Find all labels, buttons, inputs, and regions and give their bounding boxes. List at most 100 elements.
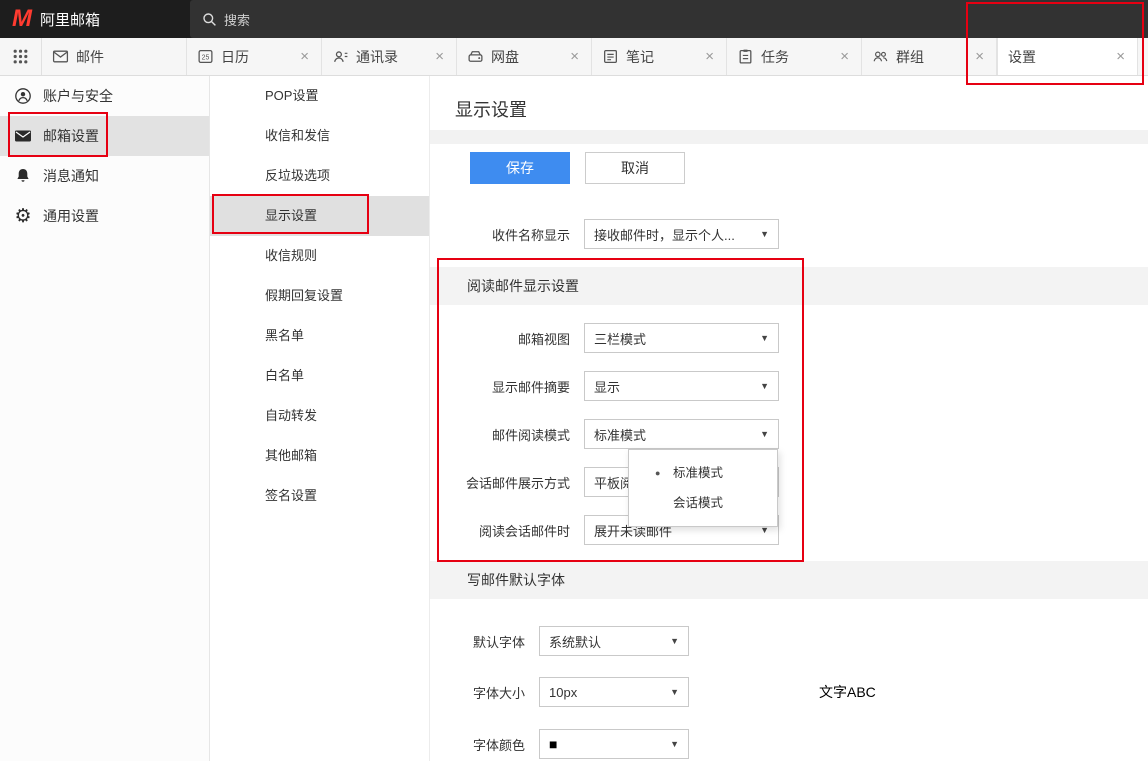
save-button[interactable]: 保存 [470, 152, 570, 184]
subnav-item-antispam[interactable]: 反垃圾选项 [210, 156, 429, 196]
sidebar-item-label: 通用设置 [43, 206, 99, 226]
default-font-row: 默认字体 系统默认 ▼ [430, 626, 1148, 656]
brand[interactable]: M 阿里邮箱 [0, 7, 190, 31]
field-label: 默认字体 [430, 632, 525, 651]
search-input[interactable]: 搜索 [190, 0, 1148, 38]
close-icon[interactable]: × [568, 48, 581, 65]
font-color-select[interactable]: ■ ▼ [539, 729, 689, 759]
reading-conversation-row: 阅读会话邮件时 展开未读邮件 ▼ [430, 515, 1148, 545]
search-placeholder: 搜索 [224, 10, 250, 29]
search-icon [202, 12, 217, 27]
subnav-item-signature[interactable]: 签名设置 [210, 476, 429, 516]
chevron-down-icon: ▼ [760, 333, 769, 343]
topbar: M 阿里邮箱 搜索 [0, 0, 1148, 38]
subnav-item-other-mailboxes[interactable]: 其他邮箱 [210, 436, 429, 476]
option-label: 会话模式 [673, 496, 723, 510]
apps-grid-button[interactable] [0, 38, 42, 75]
tab-tasks[interactable]: 任务 × [727, 38, 862, 75]
select-value: 标准模式 [594, 425, 646, 444]
cancel-button[interactable]: 取消 [585, 152, 685, 184]
field-label: 收件名称显示 [430, 225, 570, 244]
gear-icon: ⚙ [12, 207, 34, 226]
tab-calendar[interactable]: 25 日历 × [187, 38, 322, 75]
tab-groups[interactable]: 群组 × [862, 38, 997, 75]
dropdown-option-conversation[interactable]: 会话模式 [629, 488, 777, 518]
field-label: 显示邮件摘要 [430, 377, 570, 396]
chevron-down-icon: ▼ [760, 429, 769, 439]
close-icon[interactable]: × [703, 48, 716, 65]
field-label: 会话邮件展示方式 [430, 473, 570, 492]
font-preview-text: 文字ABC [819, 682, 876, 702]
subnav-item-vacation-reply[interactable]: 假期回复设置 [210, 276, 429, 316]
reading-mode-dropdown-menu: ● 标准模式 会话模式 [628, 449, 778, 527]
subnav-item-whitelist[interactable]: 白名单 [210, 356, 429, 396]
chevron-down-icon: ▼ [670, 636, 679, 646]
reading-mode-select[interactable]: 标准模式 ▼ [584, 419, 779, 449]
reading-mode-row: 邮件阅读模式 标准模式 ▼ [430, 419, 1148, 449]
recipient-name-display-select[interactable]: 接收邮件时，显示个人... ▼ [584, 219, 779, 249]
subnav-item-send-receive[interactable]: 收信和发信 [210, 116, 429, 156]
section-title: 阅读邮件显示设置 [467, 276, 579, 296]
subnav-item-pop[interactable]: POP设置 [210, 76, 429, 116]
color-swatch-icon: ■ [549, 737, 557, 751]
font-size-select[interactable]: 10px ▼ [539, 677, 689, 707]
title-divider [430, 130, 1148, 144]
bell-icon [12, 167, 34, 185]
tab-label: 网盘 [491, 47, 519, 67]
chevron-down-icon: ▼ [670, 687, 679, 697]
close-icon[interactable]: × [433, 48, 446, 65]
dropdown-option-standard[interactable]: ● 标准模式 [629, 458, 777, 488]
font-size-row: 字体大小 10px ▼ 文字ABC [430, 677, 1148, 707]
brand-name: 阿里邮箱 [40, 9, 100, 30]
apps-grid-icon [12, 48, 29, 65]
display-settings-panel: 显示设置 保存 取消 收件名称显示 接收邮件时，显示个人... ▼ 阅读邮件显示… [430, 76, 1148, 761]
sidebar-item-account-security[interactable]: 账户与安全 [0, 76, 209, 116]
tab-mail[interactable]: 邮件 [42, 38, 187, 75]
tab-label: 笔记 [626, 47, 654, 67]
compose-font-section-header: 写邮件默认字体 [430, 561, 1148, 599]
select-value: 系统默认 [549, 632, 601, 651]
sidebar-item-label: 账户与安全 [43, 86, 113, 106]
close-icon[interactable]: × [973, 48, 986, 65]
select-value: 接收邮件时，显示个人... [594, 225, 735, 244]
mailbox-view-row: 邮箱视图 三栏模式 ▼ [430, 323, 1148, 353]
action-buttons: 保存 取消 [470, 152, 1148, 184]
default-font-select[interactable]: 系统默认 ▼ [539, 626, 689, 656]
close-icon[interactable]: × [1114, 48, 1127, 65]
reading-display-rows: 邮箱视图 三栏模式 ▼ 显示邮件摘要 显示 ▼ 邮件阅读模式 [430, 323, 1148, 545]
mailbox-view-select[interactable]: 三栏模式 ▼ [584, 323, 779, 353]
tab-label: 通讯录 [356, 47, 398, 67]
tasks-icon [737, 48, 754, 65]
drive-icon [467, 48, 484, 65]
subnav-item-blacklist[interactable]: 黑名单 [210, 316, 429, 356]
field-label: 邮件阅读模式 [430, 425, 570, 444]
settings-sidebar: 账户与安全 邮箱设置 消息通知 ⚙ 通用设置 [0, 76, 210, 761]
notes-icon [602, 48, 619, 65]
section-title: 写邮件默认字体 [467, 570, 565, 590]
mail-summary-select[interactable]: 显示 ▼ [584, 371, 779, 401]
select-value: 三栏模式 [594, 329, 646, 348]
sidebar-item-mailbox-settings[interactable]: 邮箱设置 [0, 116, 209, 156]
mail-filled-icon [12, 127, 34, 145]
tab-notes[interactable]: 笔记 × [592, 38, 727, 75]
tab-contacts[interactable]: 通讯录 × [322, 38, 457, 75]
field-label: 字体颜色 [430, 735, 525, 754]
groups-icon [872, 48, 889, 65]
close-icon[interactable]: × [298, 48, 311, 65]
field-label: 字体大小 [430, 683, 525, 702]
subnav-item-display-settings[interactable]: 显示设置 [210, 196, 429, 236]
subnav-item-mail-rules[interactable]: 收信规则 [210, 236, 429, 276]
tab-drive[interactable]: 网盘 × [457, 38, 592, 75]
app-window: M 阿里邮箱 搜索 邮件 25 日历 × [0, 0, 1148, 761]
tab-label: 日历 [221, 47, 249, 67]
field-label: 阅读会话邮件时 [430, 521, 570, 540]
tab-settings[interactable]: 设置 × [997, 38, 1138, 75]
tab-label: 群组 [896, 47, 924, 67]
subnav-item-auto-forward[interactable]: 自动转发 [210, 396, 429, 436]
close-icon[interactable]: × [838, 48, 851, 65]
svg-text:25: 25 [202, 55, 210, 62]
option-label: 标准模式 [673, 466, 723, 480]
mail-summary-row: 显示邮件摘要 显示 ▼ [430, 371, 1148, 401]
sidebar-item-general-settings[interactable]: ⚙ 通用设置 [0, 196, 209, 236]
sidebar-item-notifications[interactable]: 消息通知 [0, 156, 209, 196]
